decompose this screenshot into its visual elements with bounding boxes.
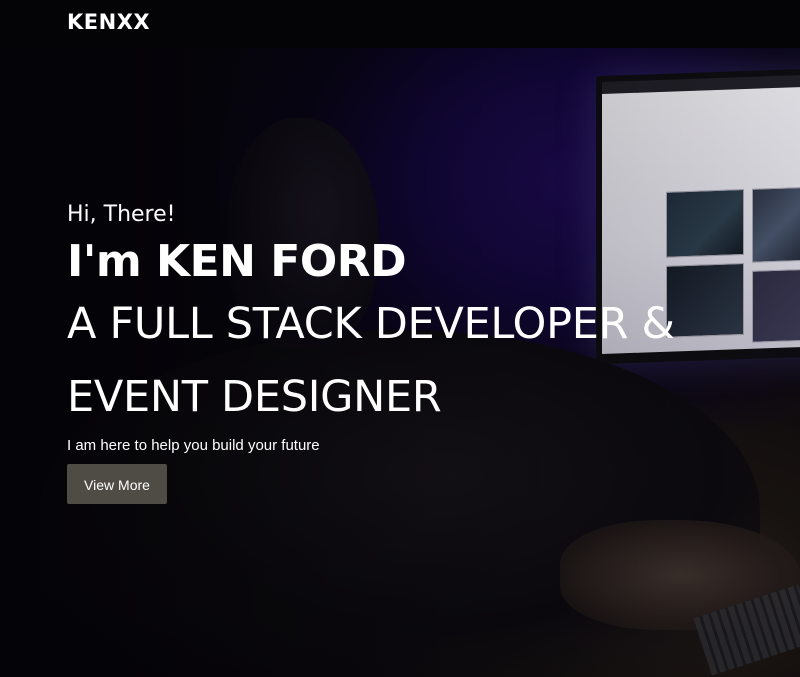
hero-greeting: Hi, There!	[67, 202, 176, 227]
hero-section: Hi, There! I'm KEN FORD A FULL STACK DEV…	[67, 198, 787, 504]
hero-name: I'm KEN FORD	[67, 236, 407, 287]
hero-tagline: I am here to help you build your future	[67, 437, 320, 454]
brand-logo[interactable]: KENXX	[67, 10, 150, 34]
navbar: KENXX	[0, 0, 800, 48]
page: KENXX Hi, There! I'm KEN FORD A FULL STA…	[0, 0, 800, 677]
view-more-button[interactable]: View More	[67, 464, 167, 504]
hero-role: A FULL STACK DEVELOPER & EVENT DESIGNER	[67, 299, 675, 422]
